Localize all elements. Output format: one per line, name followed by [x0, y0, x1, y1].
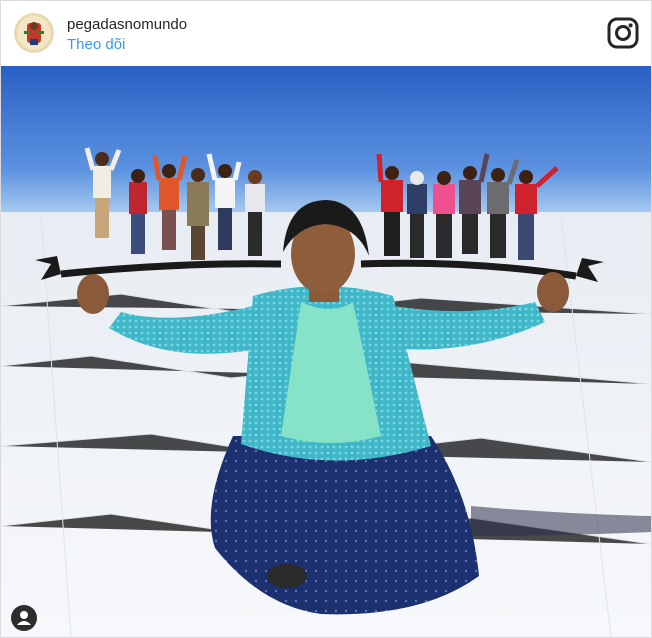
follow-button[interactable]: Theo dõi [67, 36, 125, 53]
post-header: pegadasnomundo Theo dõi [1, 1, 651, 66]
user-tag-icon[interactable] [11, 605, 37, 631]
avatar-image [14, 13, 54, 53]
instagram-icon[interactable] [607, 17, 639, 49]
instagram-embed-card: pegadasnomundo Theo dõi [0, 0, 652, 638]
post-photo[interactable] [1, 66, 651, 637]
profile-avatar[interactable] [14, 13, 54, 53]
username[interactable]: pegadasnomundo [67, 16, 187, 33]
